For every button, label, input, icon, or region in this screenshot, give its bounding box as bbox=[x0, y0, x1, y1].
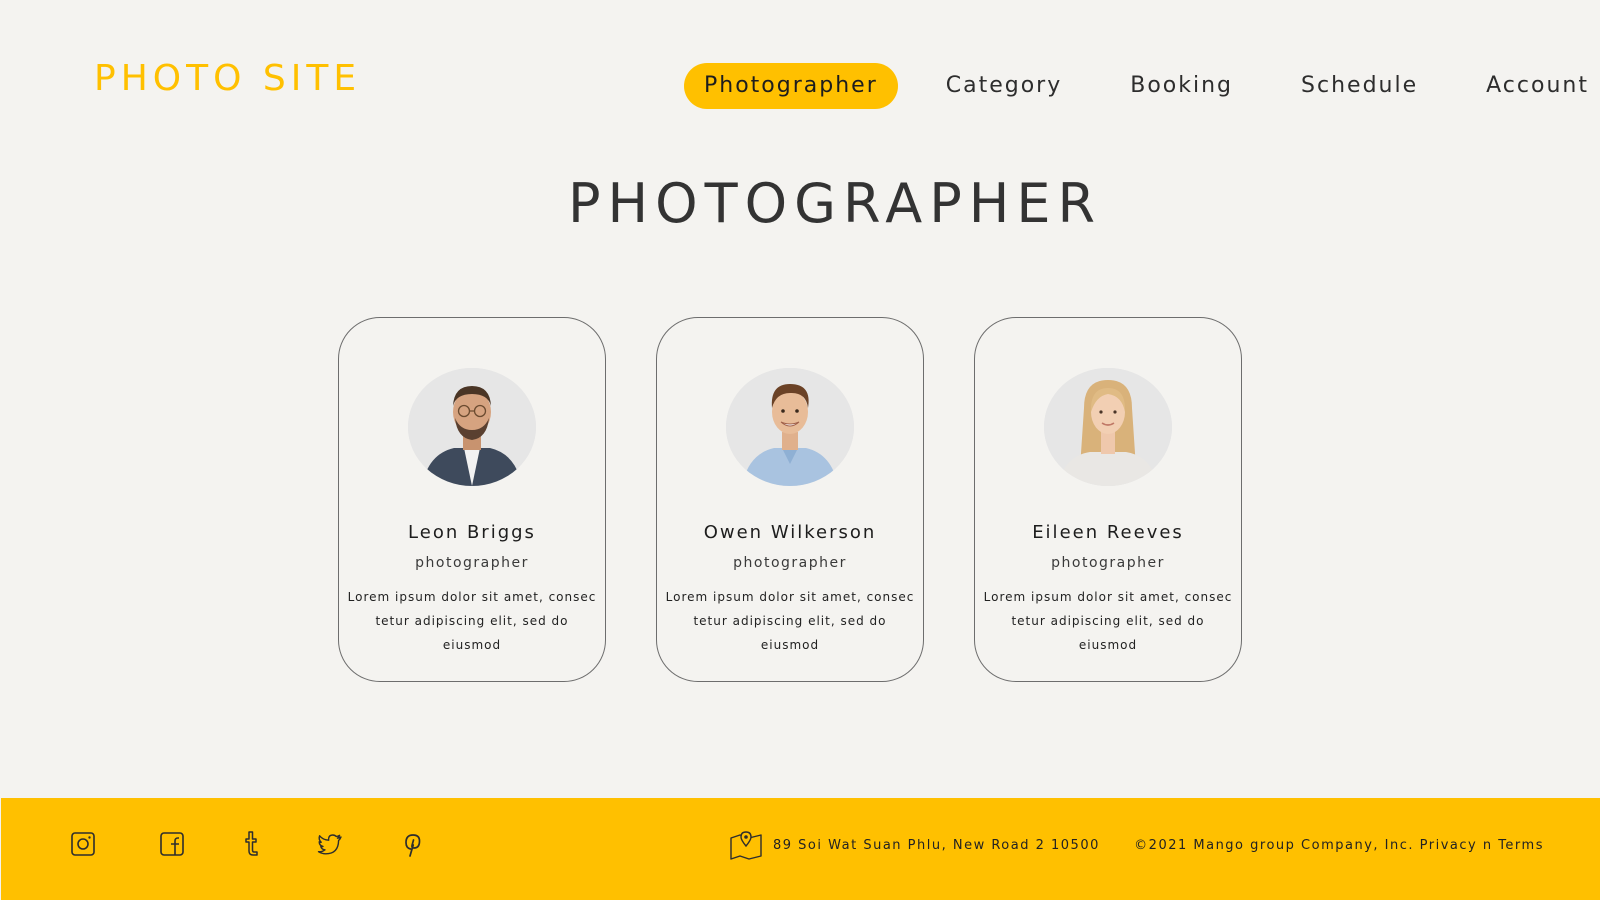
pinterest-icon[interactable] bbox=[398, 829, 426, 859]
description-line: tetur adipiscing elit, sed do eiusmod bbox=[1011, 614, 1205, 652]
address-text: 89 Soi Wat Suan Phlu, New Road 2 10500 bbox=[773, 837, 1100, 853]
description-line: Lorem ipsum dolor sit amet, consec bbox=[665, 590, 915, 604]
nav-item-account[interactable]: Account bbox=[1466, 63, 1600, 109]
photographer-role: photographer bbox=[733, 555, 847, 571]
man-with-glasses-portrait-icon bbox=[408, 368, 536, 486]
photographer-card-owen-wilkerson[interactable]: Owen Wilkerson photographer Lorem ipsum … bbox=[656, 317, 924, 682]
description-line: Lorem ipsum dolor sit amet, consec bbox=[347, 590, 597, 604]
photographer-description: Lorem ipsum dolor sit amet, consec tetur… bbox=[346, 585, 598, 657]
nav-item-category[interactable]: Category bbox=[926, 63, 1083, 109]
main-nav: Photographer Category Booking Schedule A… bbox=[684, 63, 1600, 109]
address: 89 Soi Wat Suan Phlu, New Road 2 10500 bbox=[729, 830, 1100, 860]
description-line: tetur adipiscing elit, sed do eiusmod bbox=[693, 614, 887, 652]
photographer-role: photographer bbox=[1051, 555, 1165, 571]
footer: 89 Soi Wat Suan Phlu, New Road 2 10500 ©… bbox=[1, 798, 1600, 900]
nav-item-schedule[interactable]: Schedule bbox=[1281, 63, 1438, 109]
avatar bbox=[726, 368, 854, 486]
description-line: tetur adipiscing elit, sed do eiusmod bbox=[375, 614, 569, 652]
copyright-text[interactable]: ©2021 Mango group Company, Inc. Privacy … bbox=[1134, 838, 1544, 853]
smiling-young-man-portrait-icon bbox=[726, 368, 854, 486]
photographer-name: Owen Wilkerson bbox=[703, 522, 877, 543]
avatar bbox=[408, 368, 536, 486]
twitter-icon[interactable] bbox=[316, 829, 344, 859]
photographer-card-leon-briggs[interactable]: Leon Briggs photographer Lorem ipsum dol… bbox=[338, 317, 606, 682]
blonde-woman-portrait-icon bbox=[1044, 368, 1172, 486]
photographer-role: photographer bbox=[415, 555, 529, 571]
description-line: Lorem ipsum dolor sit amet, consec bbox=[983, 590, 1233, 604]
facebook-icon[interactable] bbox=[158, 829, 186, 859]
site-logo[interactable]: PHOTO SITE bbox=[94, 58, 361, 99]
tumblr-icon[interactable] bbox=[237, 829, 265, 859]
nav-item-booking[interactable]: Booking bbox=[1110, 63, 1253, 109]
photographer-description: Lorem ipsum dolor sit amet, consec tetur… bbox=[664, 585, 916, 657]
photographer-name: Eileen Reeves bbox=[1032, 522, 1184, 543]
nav-item-photographer[interactable]: Photographer bbox=[684, 63, 898, 109]
map-pin-icon bbox=[730, 831, 762, 860]
page-title: PHOTOGRAPHER bbox=[567, 172, 1103, 235]
photographer-description: Lorem ipsum dolor sit amet, consec tetur… bbox=[982, 585, 1234, 657]
instagram-icon[interactable] bbox=[69, 829, 97, 859]
photographer-cards: Leon Briggs photographer Lorem ipsum dol… bbox=[338, 317, 1242, 682]
photographer-card-eileen-reeves[interactable]: Eileen Reeves photographer Lorem ipsum d… bbox=[974, 317, 1242, 682]
avatar bbox=[1044, 368, 1172, 486]
photographer-name: Leon Briggs bbox=[408, 522, 536, 543]
